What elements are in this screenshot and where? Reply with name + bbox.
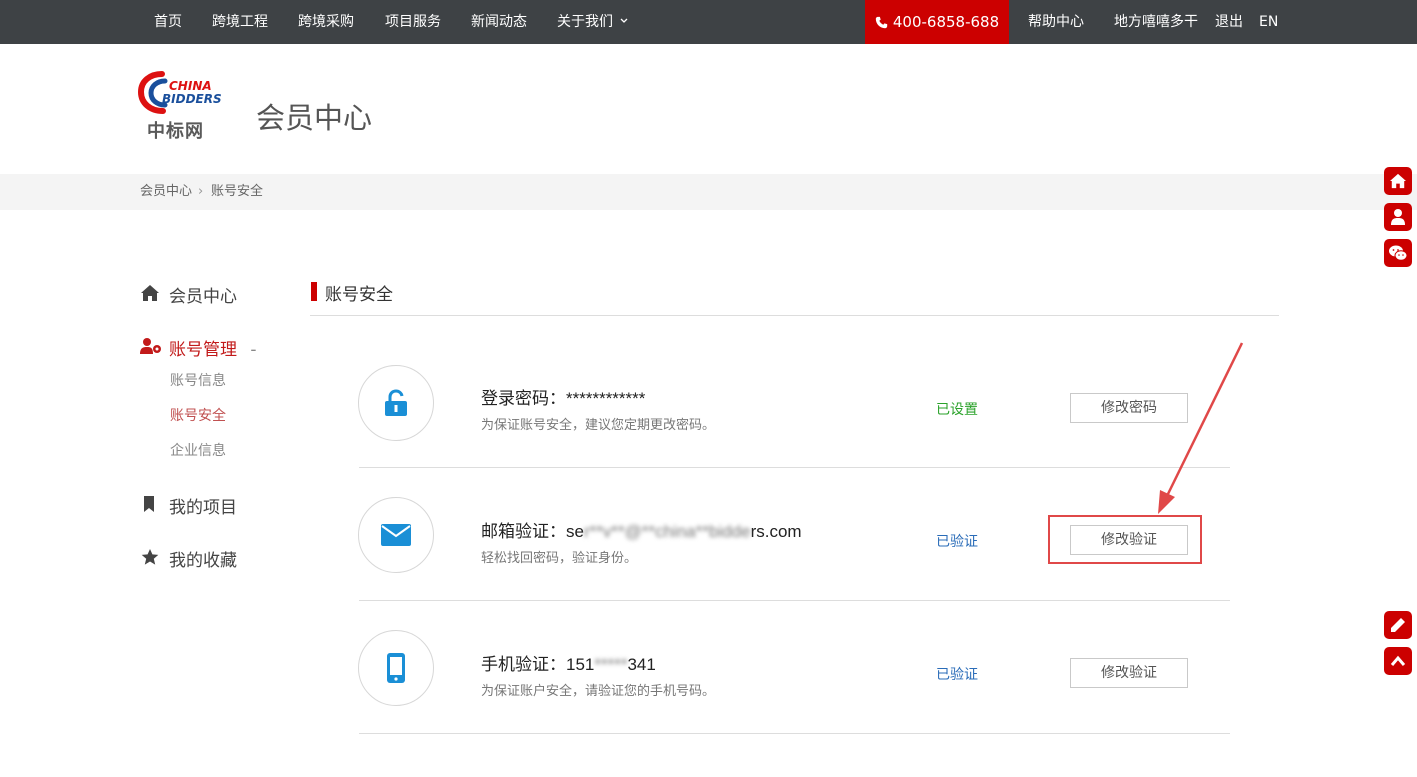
nav-language-en[interactable]: EN bbox=[1259, 0, 1278, 44]
nav-help-center[interactable]: 帮助中心 bbox=[1028, 0, 1084, 44]
phone-status: 已验证 bbox=[936, 667, 978, 683]
password-row-label: 登录密码：************ bbox=[481, 384, 645, 409]
sidebar-label-my-projects: 我的项目 bbox=[169, 498, 237, 518]
phone-value-prefix: 151 bbox=[566, 655, 595, 674]
logo-chinese-name: 中标网 bbox=[147, 121, 204, 142]
sidebar-subitem-account-info[interactable]: 账号信息 bbox=[170, 370, 226, 390]
home-icon bbox=[141, 285, 159, 301]
change-password-button[interactable]: 修改密码 bbox=[1070, 393, 1188, 423]
sidebar-subitem-account-security[interactable]: 账号安全 bbox=[170, 405, 226, 425]
page-title: 会员中心 bbox=[256, 101, 373, 135]
phone-value-suffix: 341 bbox=[627, 655, 656, 674]
sidebar-subitem-company-info[interactable]: 企业信息 bbox=[170, 440, 226, 460]
bookmark-icon bbox=[144, 496, 154, 512]
logo-mark: CHINA BIDDERS bbox=[137, 71, 222, 114]
breadcrumb-current: 账号安全 bbox=[211, 184, 264, 199]
highlight-box bbox=[1048, 515, 1202, 564]
password-row-description: 为保证账号安全，建议您定期更改密码。 bbox=[481, 418, 716, 433]
email-row-description: 轻松找回密码，验证身份。 bbox=[481, 551, 638, 566]
nav-project-services[interactable]: 项目服务 bbox=[385, 0, 441, 44]
breadcrumb-separator: › bbox=[198, 184, 204, 199]
phone-row-description: 为保证账户安全，请验证您的手机号码。 bbox=[481, 684, 716, 699]
nav-username[interactable]: 地方嘻嘻多干 bbox=[1114, 0, 1198, 44]
password-icon-circle bbox=[358, 365, 434, 441]
breadcrumb: 会员中心 › 账号安全 bbox=[0, 174, 1417, 210]
nav-about-label: 关于我们 bbox=[557, 14, 613, 30]
password-label: 登录密码： bbox=[481, 389, 566, 409]
phone-value-blurred: ***** bbox=[594, 655, 628, 674]
top-nav-bar: 首页 跨境工程 跨境采购 项目服务 新闻动态 关于我们 400-6858-688… bbox=[0, 0, 1417, 44]
email-value-blurred: r**v**@**china**bidde bbox=[583, 522, 751, 541]
chevron-down-icon bbox=[620, 18, 628, 23]
nav-cross-border-procurement[interactable]: 跨境采购 bbox=[298, 0, 354, 44]
chevron-up-icon bbox=[1390, 655, 1406, 666]
email-icon-circle bbox=[358, 497, 434, 573]
float-back-to-top-button[interactable] bbox=[1384, 647, 1412, 675]
nav-news[interactable]: 新闻动态 bbox=[471, 0, 527, 44]
star-icon bbox=[141, 549, 159, 565]
email-label: 邮箱验证： bbox=[481, 522, 566, 542]
phone-row-label: 手机验证：151*****341 bbox=[481, 650, 656, 675]
user-settings-icon bbox=[140, 338, 161, 354]
wechat-icon bbox=[1389, 245, 1408, 261]
float-feedback-button[interactable] bbox=[1384, 611, 1412, 639]
collapse-toggle[interactable]: - bbox=[250, 340, 256, 360]
phone-hotline[interactable]: 400-6858-688 bbox=[865, 0, 1009, 44]
sidebar-label-my-favorites: 我的收藏 bbox=[169, 551, 237, 571]
row-divider bbox=[359, 600, 1230, 601]
phone-icon-circle bbox=[358, 630, 434, 706]
sidebar-item-my-favorites[interactable]: 我的收藏 bbox=[140, 546, 237, 571]
password-masked-value: ************ bbox=[566, 389, 646, 408]
section-title: 账号安全 bbox=[325, 285, 393, 305]
section-divider bbox=[310, 315, 1279, 316]
sidebar-item-member-center[interactable]: 会员中心 bbox=[140, 282, 237, 307]
nav-home[interactable]: 首页 bbox=[154, 0, 182, 44]
unlock-icon bbox=[385, 389, 407, 416]
email-status: 已验证 bbox=[936, 534, 978, 550]
home-icon bbox=[1390, 173, 1406, 189]
nav-logout[interactable]: 退出 bbox=[1215, 0, 1243, 44]
row-divider bbox=[359, 733, 1230, 734]
phone-label: 手机验证： bbox=[481, 655, 566, 675]
mobile-phone-icon bbox=[387, 653, 405, 683]
sidebar-item-my-projects[interactable]: 我的项目 bbox=[140, 493, 237, 518]
sidebar-item-account-management[interactable]: 账号管理 - bbox=[140, 335, 257, 360]
sidebar-label-account-management: 账号管理 bbox=[169, 340, 237, 360]
email-row-label: 邮箱验证：ser**v**@**china**bidders.com bbox=[481, 517, 802, 542]
email-value-prefix: se bbox=[566, 522, 584, 541]
row-divider bbox=[359, 467, 1230, 468]
float-home-button[interactable] bbox=[1384, 167, 1412, 195]
password-status: 已设置 bbox=[936, 402, 978, 418]
logo-text-china: CHINA bbox=[169, 79, 212, 93]
phone-number: 400-6858-688 bbox=[892, 13, 1000, 31]
phone-icon bbox=[875, 16, 888, 29]
float-wechat-button[interactable] bbox=[1384, 239, 1412, 267]
nav-about-us[interactable]: 关于我们 bbox=[557, 0, 628, 44]
envelope-icon bbox=[381, 524, 411, 546]
pencil-icon bbox=[1391, 618, 1405, 632]
section-accent-bar bbox=[311, 282, 317, 301]
sidebar-label-member-center: 会员中心 bbox=[169, 287, 237, 307]
change-phone-verification-button[interactable]: 修改验证 bbox=[1070, 658, 1188, 688]
logo-text-bidders: BIDDERS bbox=[162, 92, 222, 106]
nav-cross-border-engineering[interactable]: 跨境工程 bbox=[212, 0, 268, 44]
email-value-suffix: rs.com bbox=[750, 522, 802, 541]
user-icon bbox=[1391, 209, 1405, 225]
breadcrumb-member-center[interactable]: 会员中心 bbox=[140, 174, 192, 210]
float-user-button[interactable] bbox=[1384, 203, 1412, 231]
